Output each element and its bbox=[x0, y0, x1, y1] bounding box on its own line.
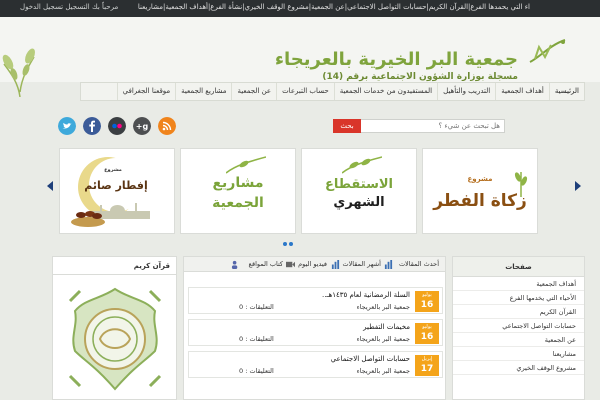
main-nav: الرئيسية أهداف الجمعية التدريب والتأهيل … bbox=[80, 82, 585, 101]
article-item[interactable]: يوليو 16 مخيمات التفطير جمعية البر بالعري… bbox=[188, 319, 443, 346]
tab-books[interactable]: كتاب المواقع bbox=[249, 257, 284, 272]
tab-popular[interactable]: أشهر المقالات bbox=[342, 257, 381, 272]
nav-item-home[interactable]: الرئيسية bbox=[548, 83, 584, 100]
page-link[interactable]: حسابات التواصل الاجتماعي bbox=[453, 319, 584, 333]
nav-item-about[interactable]: عن الجمعية bbox=[231, 83, 276, 100]
article-date: يوليو 16 bbox=[415, 291, 439, 312]
nav-item-donations[interactable]: حساب التبرعات bbox=[276, 83, 334, 100]
slide-monthly[interactable]: الاستقطاع الشهري bbox=[301, 148, 417, 234]
search-button[interactable]: بحث bbox=[333, 119, 361, 133]
nav-item-projects[interactable]: مشاريع الجمعية bbox=[175, 83, 231, 100]
article-month: يوليو bbox=[422, 292, 432, 298]
quran-cover-icon[interactable] bbox=[60, 281, 170, 396]
slider-next-icon[interactable] bbox=[573, 180, 583, 192]
article-day: 17 bbox=[420, 364, 434, 374]
site-subtitle: مسجلة بوزارة الشؤون الاجتماعية برقم (14) bbox=[322, 72, 518, 82]
rss-icon[interactable] bbox=[158, 117, 176, 135]
svg-text:g+: g+ bbox=[136, 122, 149, 131]
twitter-icon[interactable] bbox=[58, 117, 76, 135]
article-item[interactable]: يوليو 16 السلة الرمضانية لعام ١٤٣٥هـ.. جم… bbox=[188, 287, 443, 314]
article-comments[interactable]: التعليقات : 0 bbox=[239, 367, 274, 375]
top-bar: اء التي يحمدها الفرع|القرآن الكريم|حسابا… bbox=[0, 0, 600, 17]
page-link[interactable]: عن الجمعية bbox=[453, 333, 584, 347]
article-comments[interactable]: التعليقات : 0 bbox=[239, 303, 274, 311]
article-month: يوليو bbox=[422, 324, 432, 330]
article-title[interactable]: حسابات التواصل الاجتماعي bbox=[331, 355, 410, 363]
pages-widget: صفحات أهداف الجمعية الأحياء التي يخدمها … bbox=[452, 256, 585, 400]
article-author[interactable]: جمعية البر بالعريجاء bbox=[357, 303, 410, 311]
quran-widget-title: قرآن كريم bbox=[53, 257, 176, 275]
slide-projects[interactable]: مشاريع الجمعية bbox=[180, 148, 296, 234]
slide-iftar-line1: مشروع bbox=[104, 167, 122, 173]
page-link[interactable]: مشروع الوقف الخيري bbox=[453, 361, 584, 375]
nav-item-beneficiaries[interactable]: المستفيدون من خدمات الجمعية bbox=[333, 83, 437, 100]
users-icon bbox=[231, 260, 238, 269]
search-input[interactable] bbox=[360, 119, 505, 133]
quran-widget: قرآن كريم bbox=[52, 256, 177, 400]
leaf-decoration-icon bbox=[2, 48, 35, 97]
site-header: جمعية البر الخيرية بالعريجاء مسجلة بوزار… bbox=[0, 17, 600, 97]
pages-widget-title: صفحات bbox=[453, 257, 584, 277]
article-day: 16 bbox=[420, 300, 434, 310]
nav-item-training[interactable]: التدريب والتأهيل bbox=[437, 83, 495, 100]
slide-projects-line1: مشاريع bbox=[212, 175, 264, 191]
site-title[interactable]: جمعية البر الخيرية بالعريجاء bbox=[275, 49, 518, 70]
article-day: 16 bbox=[420, 332, 434, 342]
article-author[interactable]: جمعية البر بالعريجاء bbox=[357, 335, 410, 343]
article-title[interactable]: مخيمات التفطير bbox=[363, 323, 410, 331]
tab-latest[interactable]: أحدث المقالات bbox=[399, 257, 439, 272]
slide-iftar[interactable]: مشروع إفطار صائم bbox=[59, 148, 175, 234]
article-title[interactable]: السلة الرمضانية لعام ١٤٣٥هـ.. bbox=[322, 291, 410, 299]
slider-dots[interactable] bbox=[282, 241, 302, 247]
googleplus-icon[interactable]: g+ bbox=[133, 117, 151, 135]
slide-zakat[interactable]: مشروع زكاة الفطر bbox=[422, 148, 538, 234]
dates-bowl-icon bbox=[71, 211, 105, 227]
articles-widget: أحدث المقالات أشهر المقالات فيديو اليوم … bbox=[183, 256, 446, 400]
logo-icon[interactable] bbox=[525, 37, 570, 67]
article-author[interactable]: جمعية البر بالعريجاء bbox=[357, 367, 410, 375]
facebook-icon[interactable] bbox=[83, 117, 101, 135]
slider-prev-icon[interactable] bbox=[45, 180, 55, 192]
auth-links[interactable]: مرحباً بك التسجيل تسجيل الدخول bbox=[20, 3, 118, 11]
slide-monthly-line1: الاستقطاع bbox=[324, 177, 393, 192]
slide-projects-line2: الجمعية bbox=[212, 195, 264, 211]
leaf-icon bbox=[342, 156, 382, 174]
page-link[interactable]: الأحياء التي يخدمها الفرع bbox=[453, 291, 584, 305]
leaf-icon bbox=[226, 156, 266, 174]
video-icon bbox=[286, 261, 295, 268]
slide-monthly-line2: الشهري bbox=[333, 195, 385, 210]
search-social-bar: بحث g+ bbox=[50, 117, 585, 141]
bar-chart-icon bbox=[384, 260, 393, 269]
articles-tabs: أحدث المقالات أشهر المقالات فيديو اليوم … bbox=[184, 257, 445, 272]
featured-slider: مشروع زكاة الفطر الاستقطاع الشهري مشاريع… bbox=[55, 148, 560, 236]
article-date: يوليو 16 bbox=[415, 323, 439, 344]
page-link[interactable]: أهداف الجمعية bbox=[453, 277, 584, 291]
tab-video[interactable]: فيديو اليوم bbox=[298, 257, 327, 272]
slide-iftar-line2: إفطار صائم bbox=[84, 179, 148, 192]
article-item[interactable]: إبريل 17 حسابات التواصل الاجتماعي جمعية ا… bbox=[188, 351, 443, 378]
article-comments[interactable]: التعليقات : 0 bbox=[239, 335, 274, 343]
article-month: إبريل bbox=[421, 356, 433, 362]
bar-chart-icon bbox=[331, 260, 340, 269]
wheat-icon bbox=[514, 172, 528, 197]
nav-item-location[interactable]: موقعنا الجغرافي bbox=[116, 83, 176, 100]
nav-item-goals[interactable]: أهداف الجمعية bbox=[495, 83, 549, 100]
flickr-icon[interactable] bbox=[108, 117, 126, 135]
page-link[interactable]: مشاريعنا bbox=[453, 347, 584, 361]
article-date: إبريل 17 bbox=[415, 355, 439, 376]
page-link[interactable]: القرآن الكريم bbox=[453, 305, 584, 319]
news-ticker[interactable]: اء التي يحمدها الفرع|القرآن الكريم|حسابا… bbox=[138, 3, 530, 11]
